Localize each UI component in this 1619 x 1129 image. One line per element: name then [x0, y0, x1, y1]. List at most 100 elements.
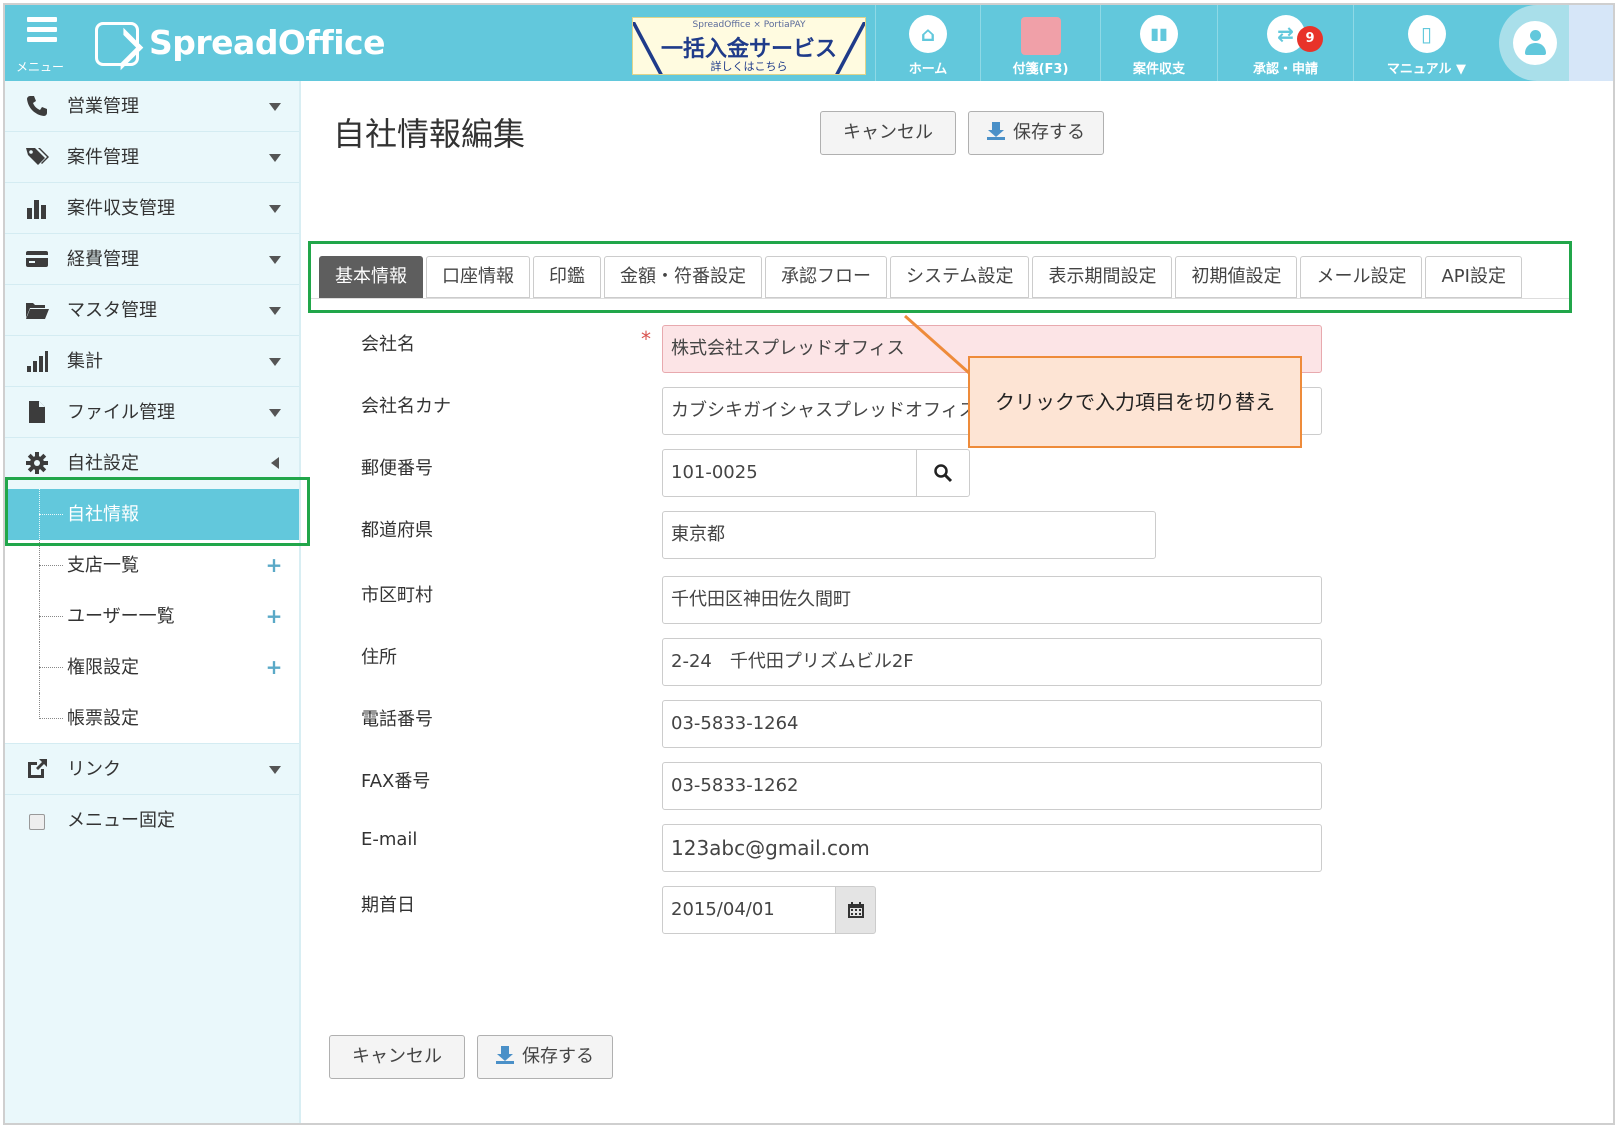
sidebar-item-expenses[interactable]: 経費管理 — [5, 234, 299, 285]
search-icon — [934, 464, 953, 483]
file-icon — [29, 401, 45, 423]
nav-approval[interactable]: ⇄ 9 承認・申請 — [1217, 5, 1353, 81]
date-picker-button[interactable] — [835, 886, 876, 934]
sidebar-sub-company-info[interactable]: 自社情報 — [5, 489, 299, 540]
tab-seal[interactable]: 印鑑 — [533, 256, 601, 298]
tel-input[interactable]: 03-5833-1264 — [662, 700, 1322, 748]
prefecture-label: 都道府県 — [361, 520, 433, 541]
add-permission-button[interactable]: + — [258, 652, 290, 684]
tab-api[interactable]: API設定 — [1425, 256, 1522, 298]
email-input[interactable]: 123abc@gmail.com — [662, 824, 1322, 872]
sidebar-sub-forms[interactable]: 帳票設定 — [5, 693, 299, 744]
sidebar-sub-branches[interactable]: 支店一覧 + — [5, 540, 299, 591]
postal-code-label: 郵便番号 — [361, 458, 433, 479]
tab-default-values[interactable]: 初期値設定 — [1175, 256, 1298, 298]
sidebar-menu-fix[interactable]: メニュー固定 — [5, 795, 299, 846]
chevron-down-icon — [269, 205, 281, 213]
menu-toggle-button[interactable]: メニュー — [5, 5, 75, 81]
fiscal-start-label: 期首日 — [361, 895, 415, 916]
logo-mark-icon — [95, 22, 139, 66]
app-window: メニュー SpreadOffice SpreadOffice × PortiaP… — [3, 3, 1615, 1125]
chevron-down-icon — [269, 256, 281, 264]
nav-manual-label: マニュアル ▼ — [1386, 62, 1467, 77]
chevron-down-icon — [269, 154, 281, 162]
download-icon — [496, 1046, 514, 1064]
tab-system[interactable]: システム設定 — [890, 256, 1030, 298]
prefecture-input[interactable]: 東京都 — [662, 511, 1156, 559]
sidebar-item-master[interactable]: マスタ管理 — [5, 285, 299, 336]
sidebar-sub-label: 帳票設定 — [67, 708, 139, 729]
add-user-button[interactable]: + — [258, 601, 290, 633]
book-icon: ▯ — [1407, 15, 1446, 53]
external-link-icon — [28, 759, 47, 778]
sidebar-item-label: 自社設定 — [67, 453, 139, 474]
nav-sticky-note-label: 付箋(F3) — [1012, 62, 1069, 77]
tel-label: 電話番号 — [361, 709, 433, 730]
sidebar-item-label: 集計 — [67, 351, 103, 372]
postal-code-input[interactable]: 101-0025 — [662, 449, 917, 497]
tab-bank-account[interactable]: 口座情報 — [426, 256, 530, 298]
save-button-bottom[interactable]: 保存する — [477, 1035, 613, 1079]
sidebar-item-label: ファイル管理 — [67, 402, 175, 423]
address-input[interactable]: 2-24 千代田プリズムビル2F — [662, 638, 1322, 686]
banner-subtitle: 詳しくはこちら — [710, 60, 788, 73]
user-menu[interactable] — [1499, 5, 1569, 81]
sidebar-item-label: 営業管理 — [67, 96, 139, 117]
sidebar-item-summary[interactable]: 集計 — [5, 336, 299, 387]
sidebar-item-label: 案件管理 — [67, 147, 139, 168]
company-kana-label: 会社名カナ — [361, 396, 451, 417]
nav-manual[interactable]: ▯ マニュアル ▼ — [1353, 5, 1499, 81]
tab-approval-flow[interactable]: 承認フロー — [765, 256, 887, 298]
nav-home[interactable]: ⌂ ホーム — [875, 5, 980, 81]
sidebar-item-projects[interactable]: 案件管理 — [5, 132, 299, 183]
sidebar-item-files[interactable]: ファイル管理 — [5, 387, 299, 438]
sidebar-sub-permissions[interactable]: 権限設定 + — [5, 642, 299, 693]
sidebar-sub-label: 自社情報 — [67, 504, 139, 525]
sidebar-item-links[interactable]: リンク — [5, 744, 299, 795]
settings-tabs: 基本情報 口座情報 印鑑 金額・符番設定 承認フロー システム設定 表示期間設定 初期値設定メ… — [319, 256, 1525, 298]
folder-open-icon — [26, 303, 49, 319]
nav-approval-label: 承認・申請 — [1252, 62, 1318, 77]
add-branch-button[interactable]: + — [258, 550, 290, 582]
page-title: 自社情報編集 — [333, 115, 526, 153]
sidebar-sub-label: 権限設定 — [67, 657, 139, 678]
city-input[interactable]: 千代田区神田佐久間町 — [662, 576, 1322, 624]
city-label: 市区町村 — [361, 585, 433, 606]
tab-amount-numbering[interactable]: 金額・符番設定 — [604, 256, 762, 298]
cancel-label: キャンセル — [843, 122, 933, 143]
chevron-left-icon — [271, 457, 279, 469]
nav-project-balance-label: 案件収支 — [1132, 62, 1185, 77]
company-settings-submenu: 自社情報 支店一覧 + ユーザー一覧 + 権限設定 + 帳票設定 — [5, 489, 299, 744]
save-button[interactable]: 保存する — [968, 111, 1104, 155]
approval-count-badge: 9 — [1297, 26, 1323, 52]
sidebar-item-company-settings[interactable]: 自社設定 — [5, 438, 299, 489]
menu-label: メニュー — [15, 60, 64, 74]
promo-banner[interactable]: SpreadOffice × PortiaPAY 一括入金サービス 詳しくはこち… — [632, 17, 866, 75]
chevron-down-icon — [269, 358, 281, 366]
menu-fix-checkbox[interactable] — [29, 814, 45, 830]
download-icon — [987, 122, 1005, 140]
hamburger-icon — [27, 17, 57, 47]
nav-sticky-note[interactable]: 付箋(F3) — [980, 5, 1100, 81]
cancel-button-bottom[interactable]: キャンセル — [329, 1035, 465, 1079]
credit-card-icon — [26, 251, 48, 267]
sidebar-item-label: リンク — [67, 759, 121, 780]
sidebar-item-project-balance[interactable]: 案件収支管理 — [5, 183, 299, 234]
tab-mail[interactable]: メール設定 — [1300, 256, 1423, 298]
fiscal-start-input[interactable]: 2015/04/01 — [662, 886, 836, 934]
cancel-button[interactable]: キャンセル — [820, 111, 956, 155]
save-label: 保存する — [522, 1046, 594, 1067]
sidebar-item-sales[interactable]: 営業管理 — [5, 81, 299, 132]
fax-input[interactable]: 03-5833-1262 — [662, 762, 1322, 810]
tab-basic-info[interactable]: 基本情報 — [319, 256, 423, 298]
home-icon: ⌂ — [909, 15, 947, 53]
required-marker: * — [641, 327, 651, 351]
nav-project-balance[interactable]: ▮▮ 案件収支 — [1100, 5, 1217, 81]
cancel-label: キャンセル — [352, 1046, 442, 1067]
sidebar-sub-users[interactable]: ユーザー一覧 + — [5, 591, 299, 642]
nav-home-label: ホーム — [908, 62, 948, 77]
postal-search-button[interactable] — [916, 449, 970, 497]
save-label: 保存する — [1013, 122, 1085, 143]
calendar-icon — [848, 902, 864, 918]
tab-display-period[interactable]: 表示期間設定 — [1032, 256, 1173, 298]
